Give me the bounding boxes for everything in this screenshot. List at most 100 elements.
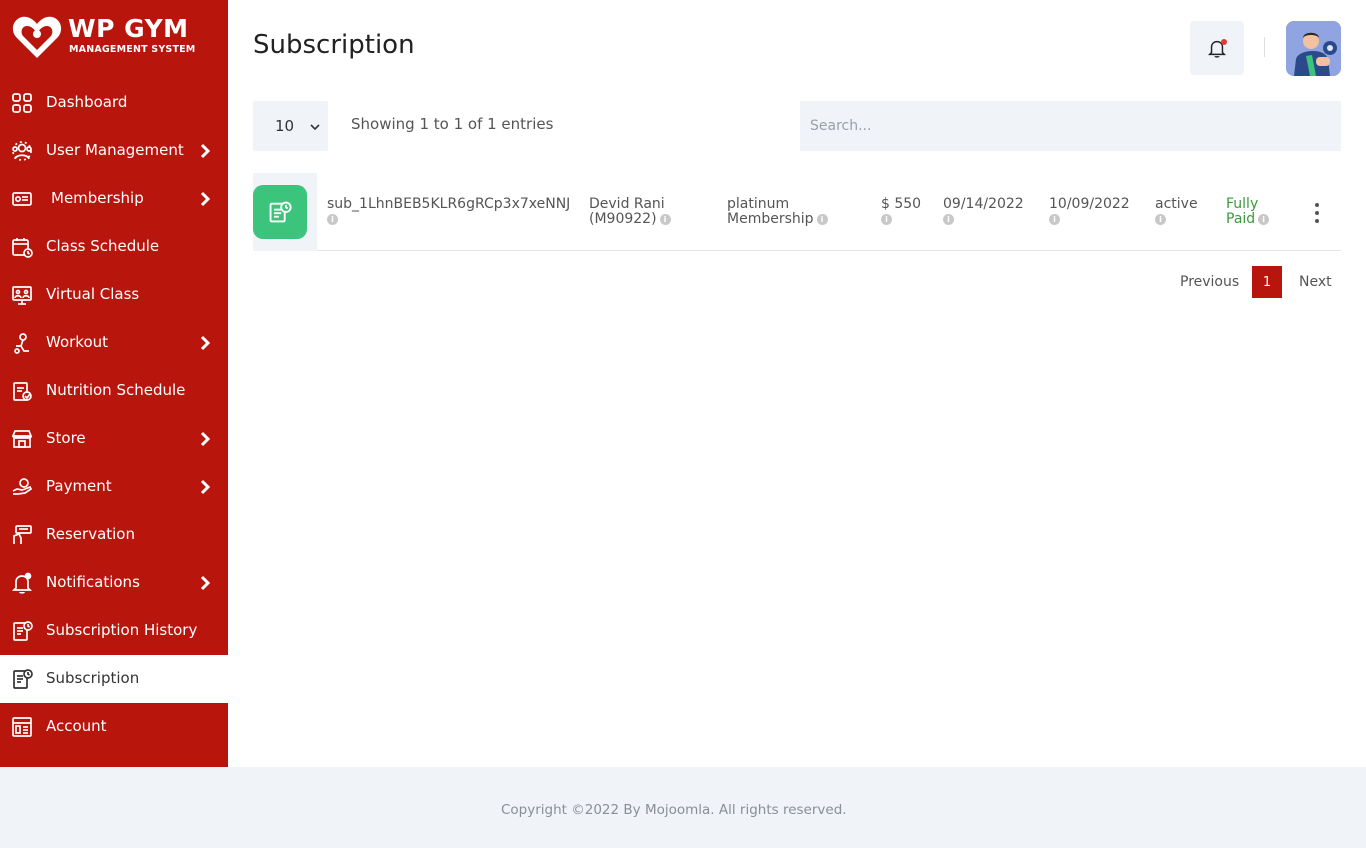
store-icon: [11, 428, 33, 450]
subscription-icon: [11, 668, 33, 690]
sidebar-item-label: Store: [46, 429, 86, 447]
sidebar-item-label: Subscription: [46, 669, 140, 687]
membership-name-line1: platinum: [727, 196, 790, 212]
subscription-id: sub_1LhnBEB5KLR6gRCp3x7xeNNJ: [327, 196, 571, 212]
payment-status-cell: Fully Paid i: [1226, 196, 1270, 227]
unread-dot: [1221, 39, 1227, 45]
sidebar-item-label: Workout: [46, 333, 109, 351]
brand-logo[interactable]: WP GYM MANAGEMENT SYSTEM: [12, 14, 222, 60]
member-name: Devid Rani: [589, 196, 665, 212]
sidebar-item-user-management[interactable]: User Management: [0, 127, 228, 175]
payment-status-line2: Paid: [1226, 211, 1256, 227]
sidebar-item-label: Notifications: [46, 573, 140, 591]
nutrition-icon: [11, 380, 33, 402]
bell-icon: [11, 572, 33, 594]
info-icon[interactable]: i: [659, 213, 671, 225]
member-id: (M90922): [589, 211, 657, 227]
sidebar-item-virtual-class[interactable]: Virtual Class: [0, 271, 228, 319]
start-date-cell: 09/14/2022 i: [943, 197, 1024, 227]
sidebar-item-payment[interactable]: Payment: [0, 463, 228, 511]
sidebar-item-label: Virtual Class: [46, 285, 140, 303]
sidebar-item-label: User Management: [46, 141, 184, 159]
chevron-right-icon: [200, 335, 211, 351]
header-divider: [1264, 37, 1265, 57]
info-icon[interactable]: i: [1155, 213, 1166, 225]
sidebar-item-subscription[interactable]: Subscription: [0, 655, 228, 703]
more-options-icon[interactable]: [1314, 202, 1320, 224]
subscription-id-cell: sub_1LhnBEB5KLR6gRCp3x7xeNNJ i: [327, 197, 570, 227]
info-icon[interactable]: i: [327, 213, 338, 225]
sidebar-item-dashboard[interactable]: Dashboard: [0, 79, 228, 127]
sidebar: WP GYM MANAGEMENT SYSTEM Dashboard User …: [0, 0, 228, 767]
notification-button[interactable]: [1190, 21, 1244, 75]
chevron-down-icon: [310, 124, 320, 131]
sidebar-item-notifications[interactable]: Notifications: [0, 559, 228, 607]
subscription-icon: [269, 201, 292, 223]
membership-cell: platinum Membership i: [727, 197, 828, 227]
sidebar-item-nutrition-schedule[interactable]: Nutrition Schedule: [0, 367, 228, 415]
reservation-icon: [11, 524, 33, 546]
user-avatar-icon: [1286, 21, 1341, 76]
footer: Copyright ©2022 By Mojoomla. All rights …: [0, 767, 1366, 848]
end-date-cell: 10/09/2022 i: [1049, 197, 1130, 227]
avatar[interactable]: [1286, 21, 1341, 76]
chevron-right-icon: [200, 191, 211, 207]
amount-cell: $ 550 i: [881, 197, 921, 227]
chevron-right-icon: [200, 575, 211, 591]
entries-info: Showing 1 to 1 of 1 entries: [351, 115, 554, 133]
sidebar-item-workout[interactable]: Workout: [0, 319, 228, 367]
account-icon: [11, 716, 33, 738]
sidebar-item-subscription-history[interactable]: Subscription History: [0, 607, 228, 655]
chevron-right-icon: [200, 431, 211, 447]
chevron-right-icon: [200, 479, 211, 495]
sidebar-item-account[interactable]: Account: [0, 703, 228, 751]
sidebar-item-label: Subscription History: [46, 621, 198, 639]
payment-status-line1: Fully: [1226, 196, 1259, 212]
info-icon[interactable]: i: [816, 213, 828, 225]
membership-name-line2: Membership: [727, 211, 814, 227]
row-icon-cell: [253, 173, 317, 251]
subscription-row-icon: [253, 185, 307, 239]
sidebar-item-label: Reservation: [46, 525, 135, 543]
amount: $ 550: [881, 196, 922, 212]
start-date: 09/14/2022: [943, 196, 1024, 212]
sidebar-item-label: Dashboard: [46, 93, 128, 111]
page-title: Subscription: [253, 30, 415, 60]
search-input[interactable]: [800, 101, 1341, 151]
table-row[interactable]: sub_1LhnBEB5KLR6gRCp3x7xeNNJ i Devid Ran…: [253, 173, 1341, 251]
workout-icon: [11, 332, 33, 354]
sidebar-item-reservation[interactable]: Reservation: [0, 511, 228, 559]
sidebar-item-label: Class Schedule: [46, 237, 160, 255]
info-icon[interactable]: i: [1258, 213, 1270, 225]
subscription-history-icon: [11, 620, 33, 642]
member-cell: Devid Rani (M90922) i: [589, 197, 671, 227]
virtual-class-icon: [11, 284, 33, 306]
brand-title: WP GYM: [68, 14, 189, 43]
info-icon[interactable]: i: [1049, 213, 1060, 225]
calendar-icon: [11, 236, 33, 258]
page-length-value: 10: [275, 117, 295, 135]
sidebar-item-store[interactable]: Store: [0, 415, 228, 463]
sidebar-item-label: Payment: [46, 477, 112, 495]
sidebar-item-label: Membership: [51, 189, 144, 207]
info-icon[interactable]: i: [881, 213, 892, 225]
sidebar-item-class-schedule[interactable]: Class Schedule: [0, 223, 228, 271]
page-length-select[interactable]: 10: [253, 101, 328, 151]
pagination-next[interactable]: Next: [1299, 274, 1332, 290]
membership-card-icon: [11, 188, 33, 210]
sidebar-item-label: Nutrition Schedule: [46, 381, 186, 399]
pagination-page-current[interactable]: 1: [1252, 266, 1282, 298]
pagination-previous[interactable]: Previous: [1180, 274, 1239, 290]
copyright-text: Copyright ©2022 By Mojoomla. All rights …: [501, 802, 847, 818]
status-cell: active i: [1155, 197, 1198, 227]
payment-icon: [11, 476, 33, 498]
users-icon: [11, 140, 33, 162]
sidebar-item-label: Account: [46, 717, 107, 735]
status: active: [1155, 196, 1198, 212]
brand-subtitle: MANAGEMENT SYSTEM: [69, 44, 196, 55]
chevron-right-icon: [200, 143, 211, 159]
sidebar-nav: Dashboard User Management Membership Cla…: [0, 79, 228, 751]
info-icon[interactable]: i: [943, 213, 954, 225]
sidebar-item-membership[interactable]: Membership: [0, 175, 228, 223]
dashboard-icon: [11, 92, 33, 114]
